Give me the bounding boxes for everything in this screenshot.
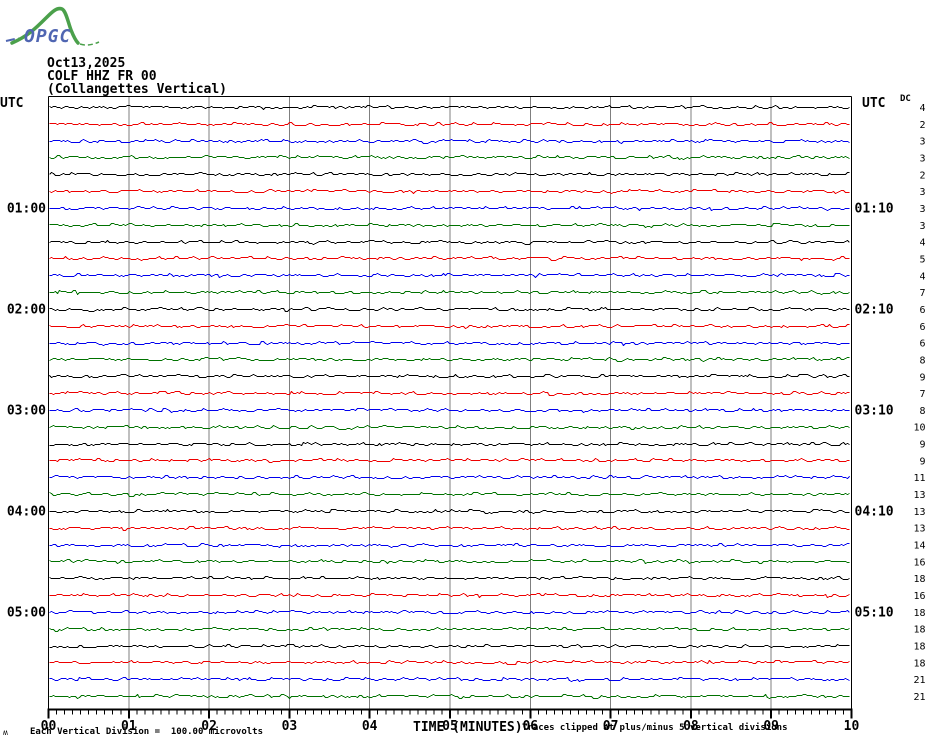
dc-value: 13 bbox=[913, 524, 925, 535]
clip-note: Traces clipped at plus/minus 5 vertical … bbox=[522, 723, 788, 733]
dc-value: 3 bbox=[919, 153, 925, 164]
hour-label-left: 01:00 bbox=[7, 201, 46, 216]
dc-value: 4 bbox=[919, 103, 925, 114]
dc-value: 7 bbox=[919, 389, 925, 400]
dc-value: 18 bbox=[913, 625, 925, 636]
dc-value: 4 bbox=[919, 271, 925, 282]
dc-value: 18 bbox=[913, 608, 925, 619]
dc-value: 18 bbox=[913, 658, 925, 669]
dc-value: 21 bbox=[913, 675, 925, 686]
dc-value: 10 bbox=[913, 423, 925, 434]
dc-value: 2 bbox=[919, 170, 925, 181]
dc-value: 3 bbox=[919, 204, 925, 215]
dc-value: 18 bbox=[913, 574, 925, 585]
dc-value: 9 bbox=[919, 456, 925, 467]
dc-value: 13 bbox=[913, 507, 925, 518]
time-axis-title: TIME (MINUTES) bbox=[413, 720, 523, 735]
dc-value: 21 bbox=[913, 692, 925, 703]
hour-label-left: 02:00 bbox=[7, 302, 46, 317]
dc-value: 9 bbox=[919, 372, 925, 383]
dc-value: 9 bbox=[919, 440, 925, 451]
dc-value: 8 bbox=[919, 406, 925, 417]
dc-value: 6 bbox=[919, 322, 925, 333]
dc-value: 16 bbox=[913, 557, 925, 568]
mini-waveform-glyph: ʍ bbox=[3, 728, 8, 737]
hour-label-left: 03:00 bbox=[7, 403, 46, 418]
dc-value: 3 bbox=[919, 221, 925, 232]
dc-value: 13 bbox=[913, 490, 925, 501]
x-tick-label: 04 bbox=[362, 719, 378, 734]
dc-value: 5 bbox=[919, 254, 925, 265]
scale-note: Each Vertical Division = 100.00 microvol… bbox=[30, 727, 263, 737]
dc-value: 3 bbox=[919, 187, 925, 198]
hour-label-right: 05:10 bbox=[855, 605, 894, 620]
x-tick-label: 10 bbox=[844, 719, 860, 734]
hour-label-right: 04:10 bbox=[855, 504, 894, 519]
dc-value: 2 bbox=[919, 120, 925, 131]
helicorder-plot: 00 01 02 03 04 05 06 07 08 09 10423323301:00 01:103… bbox=[7, 96, 926, 734]
dc-value: 11 bbox=[913, 473, 925, 484]
dc-value: 14 bbox=[913, 541, 925, 552]
dc-value: 6 bbox=[919, 305, 925, 316]
hour-label-right: 01:10 bbox=[855, 201, 894, 216]
dc-value: 7 bbox=[919, 288, 925, 299]
hour-label-left: 05:00 bbox=[7, 605, 46, 620]
dc-value: 16 bbox=[913, 591, 925, 602]
x-tick-label: 03 bbox=[282, 719, 298, 734]
hour-label-right: 02:10 bbox=[855, 302, 894, 317]
dc-value: 4 bbox=[919, 238, 925, 249]
hour-label-left: 04:00 bbox=[7, 504, 46, 519]
dc-value: 18 bbox=[913, 642, 925, 653]
dc-value: 3 bbox=[919, 137, 925, 148]
helicorder-page: OPGC Oct13,2025 COLF HHZ FR 00 (Collange… bbox=[0, 0, 930, 744]
dc-value: 6 bbox=[919, 339, 925, 350]
hour-label-right: 03:10 bbox=[855, 403, 894, 418]
dc-value: 8 bbox=[919, 355, 925, 366]
